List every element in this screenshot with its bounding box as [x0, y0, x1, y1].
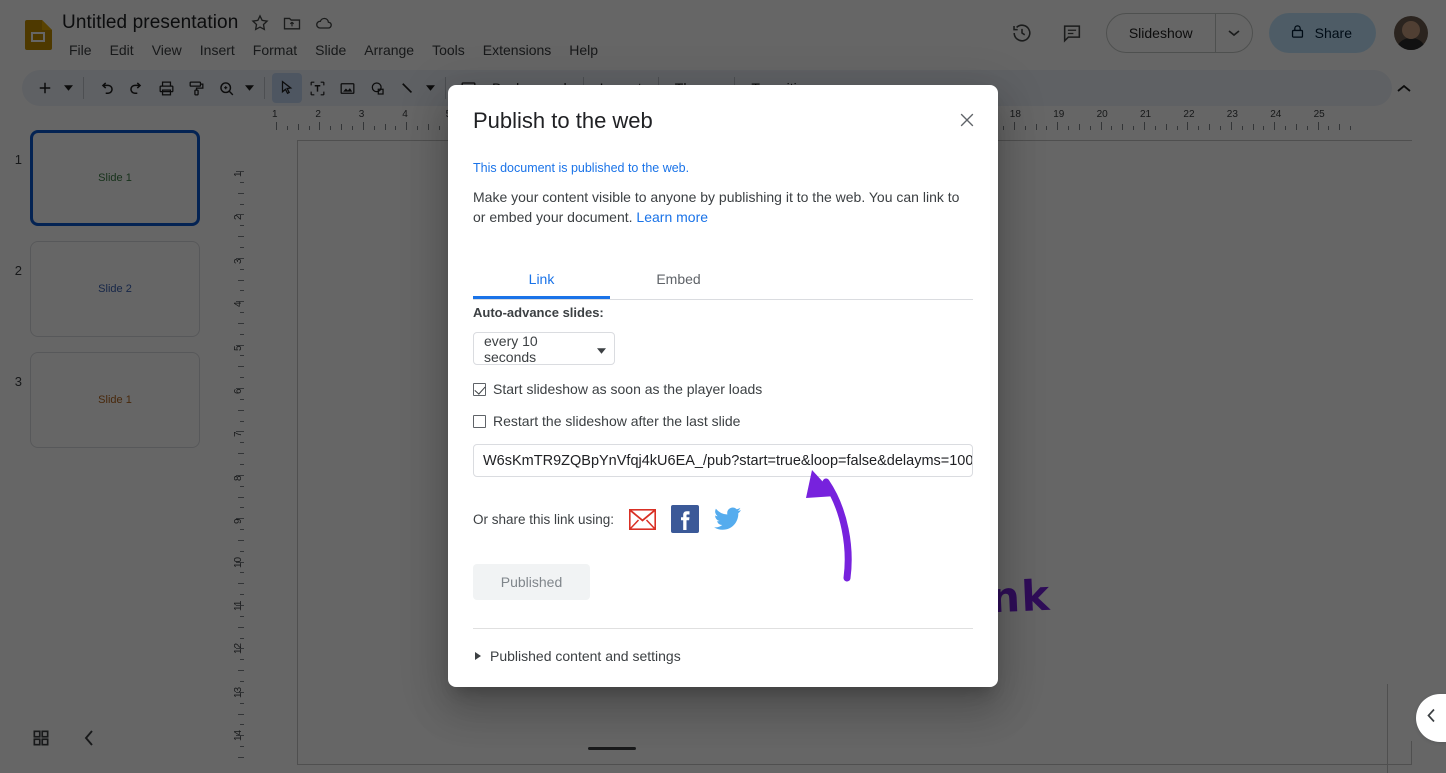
published-url-value: W6sKmTR9ZQBpYnVfqj4kU6EA_/pub?start=true…: [483, 453, 973, 469]
publish-to-web-dialog: Publish to the web This document is publ…: [448, 85, 998, 687]
link-tab-panel: Auto-advance slides: every 10 seconds St…: [473, 305, 973, 664]
google-slides-app: Untitled presentation File Edit: [0, 0, 1446, 773]
restart-slideshow-label: Restart the slideshow after the last sli…: [493, 413, 740, 429]
auto-advance-label: Auto-advance slides:: [473, 305, 973, 320]
twitter-icon[interactable]: [713, 504, 743, 534]
publish-status-note: This document is published to the web.: [473, 161, 973, 175]
facebook-icon[interactable]: [670, 504, 700, 534]
published-content-settings-toggle[interactable]: Published content and settings: [473, 648, 973, 664]
close-icon[interactable]: [954, 107, 980, 133]
dialog-intro: This document is published to the web. M…: [473, 161, 973, 227]
learn-more-link[interactable]: Learn more: [636, 209, 708, 225]
chevron-left-icon: [1426, 708, 1437, 728]
start-slideshow-checkbox[interactable]: [473, 383, 486, 396]
restart-slideshow-checkbox[interactable]: [473, 415, 486, 428]
chevron-down-icon: [597, 341, 606, 357]
tab-link[interactable]: Link: [473, 259, 610, 299]
dialog-description-text: Make your content visible to anyone by p…: [473, 189, 959, 225]
dialog-divider: [473, 628, 973, 629]
dialog-tabs: Link Embed: [473, 259, 973, 300]
published-content-settings-label: Published content and settings: [490, 648, 681, 664]
dialog-description: Make your content visible to anyone by p…: [473, 187, 963, 227]
share-link-row: Or share this link using:: [473, 504, 973, 534]
start-slideshow-label: Start slideshow as soon as the player lo…: [493, 381, 762, 397]
gmail-icon[interactable]: [627, 504, 657, 534]
tab-embed[interactable]: Embed: [610, 259, 747, 299]
start-slideshow-checkbox-row[interactable]: Start slideshow as soon as the player lo…: [473, 381, 973, 397]
dialog-title: Publish to the web: [473, 108, 653, 134]
published-url-input[interactable]: W6sKmTR9ZQBpYnVfqj4kU6EA_/pub?start=true…: [473, 444, 973, 477]
triangle-right-icon: [475, 652, 481, 660]
published-button[interactable]: Published: [473, 564, 590, 600]
auto-advance-select[interactable]: every 10 seconds: [473, 332, 615, 365]
auto-advance-value: every 10 seconds: [484, 333, 589, 365]
share-prompt-label: Or share this link using:: [473, 512, 614, 527]
restart-slideshow-checkbox-row[interactable]: Restart the slideshow after the last sli…: [473, 413, 973, 429]
